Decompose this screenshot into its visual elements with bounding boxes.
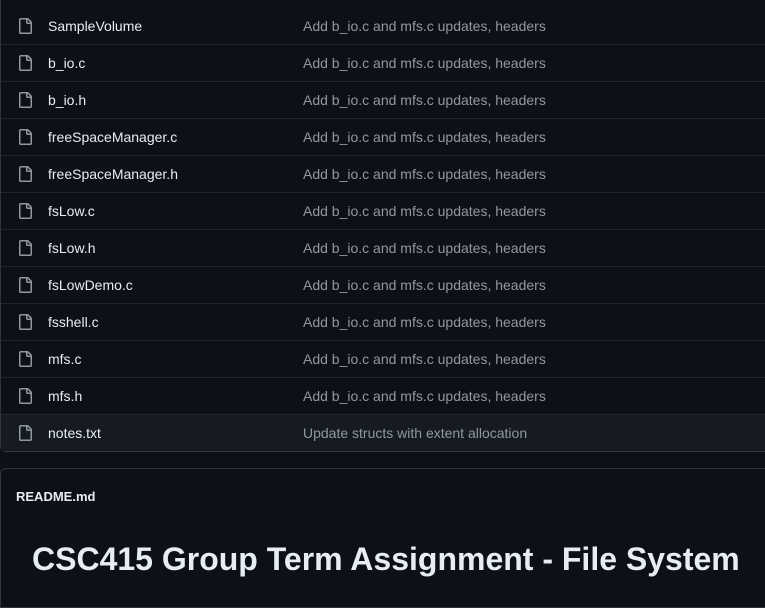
commit-message-link[interactable]: Add b_io.c and mfs.c updates, headers [303,18,546,34]
file-name-link[interactable]: mfs.h [48,388,303,404]
file-list: SampleVolume Add b_io.c and mfs.c updates… [0,0,765,452]
file-name-link[interactable]: SampleVolume [48,18,303,34]
file-row[interactable]: freeSpaceManager.c Add b_io.c and mfs.c u… [1,118,765,155]
file-icon [1,378,48,414]
commit-message-link[interactable]: Add b_io.c and mfs.c updates, headers [303,240,546,256]
readme-panel: README.md CSC415 Group Term Assignment -… [0,468,765,608]
file-name-link[interactable]: freeSpaceManager.h [48,166,303,182]
readme-title: CSC415 Group Term Assignment - File Syst… [32,541,740,577]
file-icon [1,82,48,118]
file-name-link[interactable]: fsLow.h [48,240,303,256]
readme-filename[interactable]: README.md [1,469,765,524]
file-icon [1,7,48,44]
file-name-link[interactable]: notes.txt [48,425,303,441]
file-row[interactable]: SampleVolume Add b_io.c and mfs.c updates… [1,0,765,44]
commit-message-link[interactable]: Add b_io.c and mfs.c updates, headers [303,277,546,293]
file-name-link[interactable]: fsshell.c [48,314,303,330]
file-row[interactable]: fsLow.h Add b_io.c and mfs.c updates, hea… [1,229,765,266]
file-row[interactable]: fsLowDemo.c Add b_io.c and mfs.c updates,… [1,266,765,303]
commit-message-link[interactable]: Add b_io.c and mfs.c updates, headers [303,203,546,219]
file-icon [1,193,48,229]
file-icon [1,415,48,451]
commit-message-link[interactable]: Add b_io.c and mfs.c updates, headers [303,314,546,330]
file-row[interactable]: fsLow.c Add b_io.c and mfs.c updates, hea… [1,192,765,229]
file-name-link[interactable]: b_io.h [48,92,303,108]
file-row[interactable]: mfs.h Add b_io.c and mfs.c updates, heade… [1,377,765,414]
commit-message-link[interactable]: Add b_io.c and mfs.c updates, headers [303,351,546,367]
commit-message-link[interactable]: Add b_io.c and mfs.c updates, headers [303,388,546,404]
file-icon [1,119,48,155]
file-name-link[interactable]: freeSpaceManager.c [48,129,303,145]
file-row[interactable]: freeSpaceManager.h Add b_io.c and mfs.c u… [1,155,765,192]
file-icon [1,341,48,377]
commit-message-link[interactable]: Add b_io.c and mfs.c updates, headers [303,166,546,182]
file-row[interactable]: b_io.c Add b_io.c and mfs.c updates, head… [1,44,765,81]
file-name-link[interactable]: fsLowDemo.c [48,277,303,293]
file-icon [1,230,48,266]
commit-message-link[interactable]: Add b_io.c and mfs.c updates, headers [303,129,546,145]
file-row[interactable]: b_io.h Add b_io.c and mfs.c updates, head… [1,81,765,118]
file-name-link[interactable]: mfs.c [48,351,303,367]
file-icon [1,304,48,340]
file-icon [1,267,48,303]
file-name-link[interactable]: b_io.c [48,55,303,71]
file-row[interactable]: notes.txt Update structs with extent allo… [1,414,765,451]
commit-message-link[interactable]: Add b_io.c and mfs.c updates, headers [303,92,546,108]
file-icon [1,156,48,192]
file-name-link[interactable]: fsLow.c [48,203,303,219]
file-icon [1,45,48,81]
file-row[interactable]: mfs.c Add b_io.c and mfs.c updates, heade… [1,340,765,377]
file-row[interactable]: fsshell.c Add b_io.c and mfs.c updates, h… [1,303,765,340]
commit-message-link[interactable]: Update structs with extent allocation [303,425,527,441]
commit-message-link[interactable]: Add b_io.c and mfs.c updates, headers [303,55,546,71]
